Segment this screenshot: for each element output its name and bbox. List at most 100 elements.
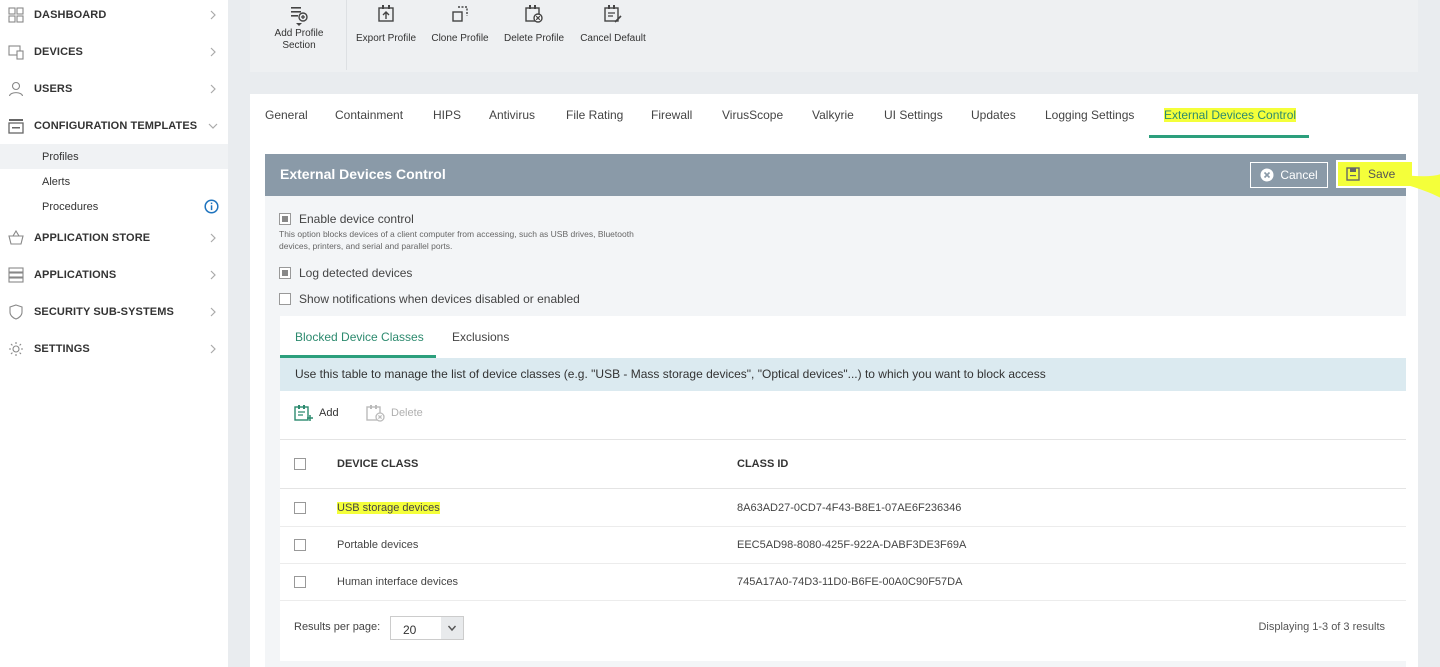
sidebar-item-applications[interactable]: APPLICATIONS xyxy=(0,257,228,293)
table-row[interactable]: USB storage devices 8A63AD27-0CD7-4F43-B… xyxy=(280,490,1406,527)
profile-editor: General Containment HIPS Antivirus File … xyxy=(250,94,1440,667)
chevron-right-icon xyxy=(210,344,216,354)
sidebar-item-label: SECURITY SUB-SYSTEMS xyxy=(34,306,174,318)
applications-icon xyxy=(8,267,24,283)
chevron-down-icon xyxy=(441,617,463,639)
sidebar-subitem-profiles[interactable]: Profiles xyxy=(0,144,228,169)
sidebar-item-configuration-templates[interactable]: CONFIGURATION TEMPLATES xyxy=(0,108,228,144)
log-detected-devices-checkbox[interactable] xyxy=(279,267,291,279)
tab-external-devices-control[interactable]: External Devices Control xyxy=(1164,108,1297,122)
tab-general[interactable]: General xyxy=(265,108,308,122)
chevron-right-icon xyxy=(210,307,216,317)
show-notifications-label: Show notifications when devices disabled… xyxy=(299,292,580,306)
export-icon xyxy=(378,5,394,22)
cancel-default-button[interactable]: Cancel Default xyxy=(576,0,650,70)
row-checkbox[interactable] xyxy=(294,576,306,588)
sidebar-item-application-store[interactable]: APPLICATION STORE xyxy=(0,220,228,256)
select-all-checkbox[interactable] xyxy=(294,458,306,470)
results-per-page-value: 20 xyxy=(403,623,417,637)
section-header: External Devices Control Cancel Save xyxy=(265,154,1440,198)
tab-containment[interactable]: Containment xyxy=(335,108,403,122)
table-footer: Results per page: 20 Displaying 1-3 of 3… xyxy=(280,596,1406,661)
chevron-right-icon xyxy=(210,233,216,243)
user-icon xyxy=(8,81,24,97)
tab-blocked-device-classes[interactable]: Blocked Device Classes xyxy=(295,330,424,344)
highlight-mark xyxy=(1395,174,1440,198)
profile-sections-tabs: General Containment HIPS Antivirus File … xyxy=(250,94,1418,138)
add-profile-section-button[interactable]: Add Profile Section xyxy=(264,0,334,70)
sidebar-subitem-procedures[interactable]: Procedures xyxy=(0,194,228,219)
sidebar-item-dashboard[interactable]: DASHBOARD xyxy=(0,0,228,33)
tab-logging-settings[interactable]: Logging Settings xyxy=(1045,108,1134,122)
results-summary: Displaying 1-3 of 3 results xyxy=(1258,621,1385,633)
results-per-page-select[interactable]: 20 xyxy=(390,616,464,640)
tab-valkyrie[interactable]: Valkyrie xyxy=(812,108,854,122)
export-profile-button[interactable]: Export Profile xyxy=(352,0,420,70)
row-checkbox[interactable] xyxy=(294,539,306,551)
tab-ui-settings[interactable]: UI Settings xyxy=(884,108,943,122)
enable-device-control-label: Enable device control xyxy=(299,212,414,226)
save-icon xyxy=(1346,167,1360,181)
clone-icon xyxy=(452,6,468,22)
shield-icon xyxy=(9,304,23,320)
cancel-default-icon xyxy=(604,5,622,23)
sidebar-subitem-alerts[interactable]: Alerts xyxy=(0,169,228,194)
delete-profile-button[interactable]: Delete Profile xyxy=(502,0,566,70)
delete-icon xyxy=(525,5,543,23)
sidebar-item-security-sub-systems[interactable]: SECURITY SUB-SYSTEMS xyxy=(0,294,228,330)
profile-toolbar: Add Profile Section Export Profile Clone… xyxy=(250,0,1418,72)
sidebar-subitem-label: Profiles xyxy=(42,150,79,163)
enable-device-control-checkbox[interactable] xyxy=(279,213,291,225)
tab-updates[interactable]: Updates xyxy=(971,108,1016,122)
cancel-button[interactable]: Cancel xyxy=(1250,162,1328,188)
toolbar-label: Cancel Default xyxy=(580,33,646,44)
close-circle-icon xyxy=(1260,168,1274,182)
info-icon[interactable] xyxy=(204,199,219,214)
sidebar-item-settings[interactable]: SETTINGS xyxy=(0,331,228,367)
column-header-class-id[interactable]: CLASS ID xyxy=(737,458,788,470)
add-section-icon xyxy=(291,7,308,26)
class-id-cell: 745A17A0-74D3-11D0-B6FE-00A0C90F57DA xyxy=(737,576,963,588)
class-id-cell: 8A63AD27-0CD7-4F43-B8E1-07AE6F236346 xyxy=(737,502,962,514)
clone-profile-button[interactable]: Clone Profile xyxy=(428,0,492,70)
enable-device-control-option[interactable]: Enable device control xyxy=(279,212,414,226)
info-bar: Use this table to manage the list of dev… xyxy=(280,358,1406,391)
row-checkbox[interactable] xyxy=(294,502,306,514)
add-button[interactable]: Add xyxy=(294,404,339,422)
device-classes-panel: Blocked Device Classes Exclusions Use th… xyxy=(280,316,1406,661)
log-detected-devices-label: Log detected devices xyxy=(299,266,413,280)
device-class-cell: USB storage devices xyxy=(337,502,440,514)
class-id-cell: EEC5AD98-8080-425F-922A-DABF3DE3F69A xyxy=(737,539,967,551)
sidebar-item-label: USERS xyxy=(34,83,73,95)
sidebar-item-users[interactable]: USERS xyxy=(0,71,228,107)
devices-icon xyxy=(8,45,24,60)
active-tab-indicator xyxy=(1149,135,1309,138)
toolbar-label: Section xyxy=(282,40,316,51)
sidebar-item-devices[interactable]: DEVICES xyxy=(0,34,228,70)
chevron-right-icon xyxy=(210,47,216,57)
sidebar-item-label: DASHBOARD xyxy=(34,9,107,21)
tab-hips[interactable]: HIPS xyxy=(433,108,461,122)
tab-exclusions[interactable]: Exclusions xyxy=(452,330,509,344)
tab-file-rating[interactable]: File Rating xyxy=(566,108,623,122)
chevron-right-icon xyxy=(210,270,216,280)
column-header-device-class[interactable]: DEVICE CLASS xyxy=(337,458,418,470)
delete-label: Delete xyxy=(391,407,423,419)
delete-icon xyxy=(366,405,385,422)
sidebar-item-label: APPLICATIONS xyxy=(34,269,117,281)
log-detected-devices-option[interactable]: Log detected devices xyxy=(279,266,412,280)
tab-firewall[interactable]: Firewall xyxy=(651,108,692,122)
toolbar-divider xyxy=(346,0,347,70)
delete-button[interactable]: Delete xyxy=(366,404,423,422)
table-header: DEVICE CLASS CLASS ID xyxy=(280,439,1406,489)
add-label: Add xyxy=(319,407,339,419)
tab-virusscope[interactable]: VirusScope xyxy=(722,108,783,122)
show-notifications-checkbox[interactable] xyxy=(279,293,291,305)
info-text: Use this table to manage the list of dev… xyxy=(295,367,1046,381)
tab-antivirus[interactable]: Antivirus xyxy=(489,108,535,122)
toolbar-label: Delete Profile xyxy=(503,33,565,44)
toolbar-label: Add Profile xyxy=(274,28,324,39)
table-row[interactable]: Portable devices EEC5AD98-8080-425F-922A… xyxy=(280,527,1406,564)
show-notifications-option[interactable]: Show notifications when devices disabled… xyxy=(279,292,580,306)
save-label: Save xyxy=(1368,167,1396,181)
